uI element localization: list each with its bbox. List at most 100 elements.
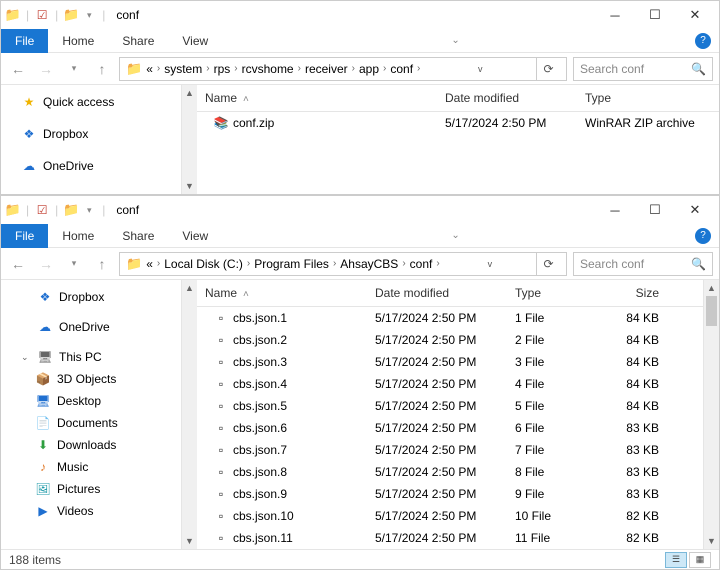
breadcrumb-overflow[interactable]: « <box>146 257 153 271</box>
share-tab[interactable]: Share <box>108 30 168 52</box>
file-row[interactable]: ▫cbs.json.1 5/17/2024 2:50 PM 1 File 84 … <box>197 307 703 329</box>
file-row[interactable]: ▫cbs.json.10 5/17/2024 2:50 PM 10 File 8… <box>197 505 703 527</box>
file-row[interactable]: ▫cbs.json.6 5/17/2024 2:50 PM 6 File 83 … <box>197 417 703 439</box>
breadcrumb-seg[interactable]: receiver <box>305 62 348 76</box>
scroll-up-icon[interactable]: ▲ <box>704 280 719 296</box>
up-button[interactable]: ↑ <box>91 253 113 275</box>
properties-icon[interactable]: ☑ <box>34 202 50 218</box>
maximize-button[interactable]: ☐ <box>635 196 675 224</box>
file-row[interactable]: ▫cbs.json.8 5/17/2024 2:50 PM 8 File 83 … <box>197 461 703 483</box>
address-bar[interactable]: 📁 « ›system ›rps ›rcvshome ›receiver ›ap… <box>119 57 567 81</box>
scroll-thumb[interactable] <box>706 296 717 326</box>
column-size[interactable]: Size <box>587 286 667 300</box>
file-scrollbar[interactable]: ▲ ▼ <box>703 280 719 549</box>
forward-button[interactable]: → <box>35 253 57 275</box>
sidebar-item[interactable]: ☁OneDrive <box>1 316 181 338</box>
scroll-down-icon[interactable]: ▼ <box>182 533 197 549</box>
chevron-down-icon[interactable]: ⌄ <box>21 352 31 363</box>
home-tab[interactable]: Home <box>48 225 108 247</box>
breadcrumb-overflow[interactable]: « <box>146 62 153 76</box>
sidebar-item[interactable]: 🖼Pictures <box>1 478 181 500</box>
minimize-button[interactable]: ─ <box>595 1 635 29</box>
forward-button[interactable]: → <box>35 58 57 80</box>
folder-icon[interactable]: 📁 <box>63 7 79 23</box>
sidebar-item[interactable]: ♪Music <box>1 456 181 478</box>
file-tab[interactable]: File <box>1 224 48 248</box>
address-dropdown-icon[interactable]: v <box>488 259 493 269</box>
recent-dropdown[interactable]: ▾ <box>63 58 85 80</box>
help-button[interactable]: ? <box>695 228 711 244</box>
maximize-button[interactable]: ☐ <box>635 1 675 29</box>
scroll-down-icon[interactable]: ▼ <box>182 178 197 194</box>
scroll-up-icon[interactable]: ▲ <box>182 280 197 296</box>
column-date[interactable]: Date modified <box>367 286 507 300</box>
column-date[interactable]: Date modified <box>437 91 577 105</box>
breadcrumb-seg[interactable]: conf <box>390 62 413 76</box>
minimize-button[interactable]: ─ <box>595 196 635 224</box>
breadcrumb-seg[interactable]: rcvshome <box>242 62 294 76</box>
file-row[interactable]: 📚conf.zip 5/17/2024 2:50 PM WinRAR ZIP a… <box>197 112 719 134</box>
sidebar-item[interactable]: ▶Videos <box>1 500 181 522</box>
file-tab[interactable]: File <box>1 29 48 53</box>
sidebar-scrollbar[interactable]: ▲ ▼ <box>181 280 197 549</box>
file-row[interactable]: ▫cbs.json.9 5/17/2024 2:50 PM 9 File 83 … <box>197 483 703 505</box>
file-row[interactable]: ▫cbs.json.7 5/17/2024 2:50 PM 7 File 83 … <box>197 439 703 461</box>
close-button[interactable]: ✕ <box>675 196 715 224</box>
sidebar-item[interactable]: ⌄🖥This PC <box>1 346 181 368</box>
share-tab[interactable]: Share <box>108 225 168 247</box>
search-box[interactable]: Search conf 🔍 <box>573 57 713 81</box>
breadcrumb-seg[interactable]: rps <box>214 62 231 76</box>
address-dropdown-icon[interactable]: v <box>478 64 483 74</box>
folder-icon[interactable]: 📁 <box>5 7 21 23</box>
search-icon[interactable]: 🔍 <box>691 257 706 271</box>
sidebar-item[interactable]: ❖Dropbox <box>1 286 181 308</box>
titlebar[interactable]: 📁 | ☑ | 📁 ▾ | conf ─ ☐ ✕ <box>1 1 719 29</box>
file-row[interactable]: ▫cbs.json.3 5/17/2024 2:50 PM 3 File 84 … <box>197 351 703 373</box>
breadcrumb-seg[interactable]: conf <box>410 257 433 271</box>
sidebar-onedrive[interactable]: ☁OneDrive <box>1 155 181 177</box>
sidebar-item[interactable]: 🖥Desktop <box>1 390 181 412</box>
file-row[interactable]: ▫cbs.json.5 5/17/2024 2:50 PM 5 File 84 … <box>197 395 703 417</box>
sidebar-dropbox[interactable]: ❖Dropbox <box>1 123 181 145</box>
recent-dropdown[interactable]: ▾ <box>63 253 85 275</box>
properties-icon[interactable]: ☑ <box>34 7 50 23</box>
file-row[interactable]: ▫cbs.json.2 5/17/2024 2:50 PM 2 File 84 … <box>197 329 703 351</box>
icons-view-button[interactable]: ▦ <box>689 552 711 568</box>
scroll-down-icon[interactable]: ▼ <box>704 533 719 549</box>
column-name[interactable]: Name <box>197 286 367 300</box>
back-button[interactable]: ← <box>7 58 29 80</box>
view-tab[interactable]: View <box>168 30 222 52</box>
scroll-up-icon[interactable]: ▲ <box>182 85 197 101</box>
folder-icon[interactable]: 📁 <box>63 202 79 218</box>
column-type[interactable]: Type <box>507 286 587 300</box>
close-button[interactable]: ✕ <box>675 1 715 29</box>
refresh-button[interactable]: ⟳ <box>536 253 560 275</box>
view-tab[interactable]: View <box>168 225 222 247</box>
address-bar[interactable]: 📁 « ›Local Disk (C:) ›Program Files ›Ahs… <box>119 252 567 276</box>
sidebar-item[interactable]: ⬇Downloads <box>1 434 181 456</box>
up-button[interactable]: ↑ <box>91 58 113 80</box>
back-button[interactable]: ← <box>7 253 29 275</box>
search-box[interactable]: Search conf 🔍 <box>573 252 713 276</box>
column-type[interactable]: Type <box>577 91 707 105</box>
qat-dropdown-icon[interactable]: ▾ <box>81 7 97 23</box>
sidebar-scrollbar[interactable]: ▲ ▼ <box>181 85 197 194</box>
qat-dropdown-icon[interactable]: ▾ <box>81 202 97 218</box>
search-icon[interactable]: 🔍 <box>691 62 706 76</box>
ribbon-expand-icon[interactable]: ⌄ <box>451 230 459 241</box>
home-tab[interactable]: Home <box>48 30 108 52</box>
breadcrumb-seg[interactable]: Program Files <box>254 257 329 271</box>
sidebar-item[interactable]: 📦3D Objects <box>1 368 181 390</box>
breadcrumb-seg[interactable]: Local Disk (C:) <box>164 257 243 271</box>
details-view-button[interactable]: ☰ <box>665 552 687 568</box>
folder-icon[interactable]: 📁 <box>5 202 21 218</box>
file-row[interactable]: ▫cbs.json.4 5/17/2024 2:50 PM 4 File 84 … <box>197 373 703 395</box>
sidebar-quick-access[interactable]: ★Quick access <box>1 91 181 113</box>
titlebar[interactable]: 📁 | ☑ | 📁 ▾ | conf ─ ☐ ✕ <box>1 196 719 224</box>
breadcrumb-seg[interactable]: app <box>359 62 379 76</box>
column-name[interactable]: Name <box>197 91 437 105</box>
help-button[interactable]: ? <box>695 33 711 49</box>
breadcrumb-seg[interactable]: AhsayCBS <box>340 257 398 271</box>
sidebar-item[interactable]: 📄Documents <box>1 412 181 434</box>
refresh-button[interactable]: ⟳ <box>536 58 560 80</box>
